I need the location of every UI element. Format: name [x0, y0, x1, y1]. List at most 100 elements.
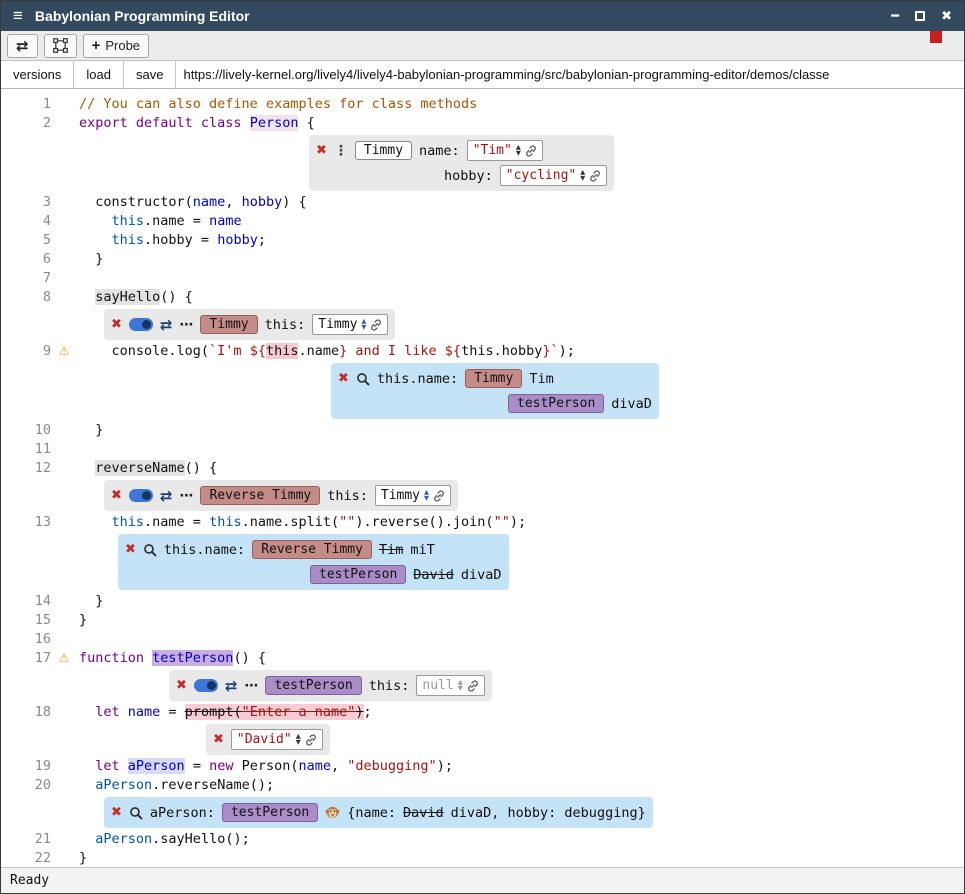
- more-icon[interactable]: ⋯: [179, 488, 193, 504]
- spinner-icon[interactable]: ▲▼: [296, 734, 301, 745]
- example-chip[interactable]: testPerson: [508, 394, 604, 413]
- line-number[interactable]: 18: [1, 703, 51, 722]
- spinner-icon[interactable]: ▲▼: [361, 319, 366, 330]
- line-number[interactable]: 11: [1, 440, 51, 459]
- code-line[interactable]: 21 aPerson.sayHello();: [1, 830, 964, 849]
- code-line[interactable]: 8 sayHello() {: [1, 288, 964, 307]
- more-icon[interactable]: ⋯: [179, 317, 193, 333]
- toggle-switch[interactable]: [129, 318, 153, 331]
- monkey-icon[interactable]: [325, 805, 340, 820]
- code-line[interactable]: 11: [1, 440, 964, 459]
- spinner-icon[interactable]: ▲▼: [580, 170, 585, 181]
- code-line[interactable]: 16: [1, 630, 964, 649]
- line-number[interactable]: 14: [1, 592, 51, 611]
- code-line[interactable]: 4 this.name = name: [1, 212, 964, 231]
- link-icon[interactable]: [467, 680, 479, 692]
- line-number[interactable]: 12: [1, 459, 51, 478]
- add-probe-button[interactable]: + Probe: [83, 34, 149, 58]
- value-select[interactable]: null▲▼: [416, 675, 484, 696]
- url-input[interactable]: [176, 61, 964, 88]
- link-icon[interactable]: [370, 319, 382, 331]
- code-line[interactable]: 1// You can also define examples for cla…: [1, 95, 964, 114]
- code-line[interactable]: 22}: [1, 849, 964, 867]
- code-line[interactable]: 2export default class Person {: [1, 114, 964, 133]
- value-select[interactable]: "David"▲▼: [231, 729, 323, 750]
- code-line[interactable]: 7: [1, 269, 964, 288]
- spinner-icon[interactable]: ▲▼: [516, 145, 521, 156]
- line-number[interactable]: 17: [1, 649, 51, 668]
- search-icon[interactable]: [143, 543, 157, 557]
- code-line[interactable]: 12 reverseName() {: [1, 459, 964, 478]
- line-number[interactable]: 15: [1, 611, 51, 630]
- load-button[interactable]: load: [74, 61, 124, 88]
- example-chip[interactable]: Reverse Timmy: [252, 540, 372, 559]
- line-number[interactable]: 2: [1, 114, 51, 133]
- code-line[interactable]: 18 let name = prompt("Enter a name");: [1, 703, 964, 722]
- save-button[interactable]: save: [124, 61, 176, 88]
- code-line[interactable]: 14 }: [1, 592, 964, 611]
- code-editor[interactable]: 1// You can also define examples for cla…: [1, 89, 964, 867]
- toggle-switch[interactable]: [194, 679, 218, 692]
- line-number[interactable]: 6: [1, 250, 51, 269]
- code-line[interactable]: 6 }: [1, 250, 964, 269]
- link-icon[interactable]: [433, 490, 445, 502]
- more-icon[interactable]: ⋯: [244, 678, 258, 694]
- line-number[interactable]: 3: [1, 193, 51, 212]
- versions-button[interactable]: versions: [1, 61, 74, 88]
- close-icon[interactable]: ✖: [176, 678, 187, 693]
- drag-icon[interactable]: ⋮: [334, 143, 348, 159]
- inspect-button[interactable]: [44, 34, 77, 58]
- link-icon[interactable]: [305, 734, 317, 746]
- code-line[interactable]: 9⚠ console.log(`I'm ${this.name} and I l…: [1, 342, 964, 361]
- code-line[interactable]: 13 this.name = this.name.split("").rever…: [1, 513, 964, 532]
- code-line[interactable]: 20 aPerson.reverseName();: [1, 776, 964, 795]
- link-icon[interactable]: [525, 145, 537, 157]
- maximize-button[interactable]: [915, 9, 925, 24]
- swap-icon[interactable]: ⇄: [160, 487, 173, 505]
- close-icon[interactable]: ✖: [111, 488, 122, 503]
- line-number[interactable]: 20: [1, 776, 51, 795]
- link-icon[interactable]: [589, 170, 601, 182]
- swap-icon[interactable]: ⇄: [225, 677, 238, 695]
- line-number[interactable]: 22: [1, 849, 51, 867]
- spinner-icon[interactable]: ▲▼: [458, 680, 463, 691]
- example-chip[interactable]: testPerson: [222, 803, 318, 822]
- line-number[interactable]: 19: [1, 757, 51, 776]
- close-icon[interactable]: ✖: [111, 805, 122, 820]
- swap-button[interactable]: ⇄: [7, 34, 38, 58]
- close-icon[interactable]: ✖: [213, 732, 224, 747]
- example-chip[interactable]: Timmy: [355, 141, 412, 160]
- value-select[interactable]: "Tim"▲▼: [467, 140, 543, 161]
- code-line[interactable]: 5 this.hobby = hobby;: [1, 231, 964, 250]
- line-number[interactable]: 5: [1, 231, 51, 250]
- spinner-icon[interactable]: ▲▼: [424, 490, 429, 501]
- value-select[interactable]: "cycling"▲▼: [500, 165, 607, 186]
- close-icon[interactable]: ✖: [111, 317, 122, 332]
- example-chip[interactable]: Timmy: [200, 315, 257, 334]
- value-select[interactable]: Timmy▲▼: [312, 314, 388, 335]
- line-number[interactable]: 13: [1, 513, 51, 532]
- line-number[interactable]: 9: [1, 342, 51, 361]
- swap-icon[interactable]: ⇄: [160, 316, 173, 334]
- example-chip[interactable]: Timmy: [465, 369, 522, 388]
- line-number[interactable]: 7: [1, 269, 51, 288]
- close-icon[interactable]: ✖: [125, 542, 136, 557]
- value-select[interactable]: Timmy▲▼: [375, 485, 451, 506]
- example-chip[interactable]: testPerson: [265, 676, 361, 695]
- line-number[interactable]: 16: [1, 630, 51, 649]
- line-number[interactable]: 10: [1, 421, 51, 440]
- minimize-button[interactable]: ━: [891, 8, 899, 24]
- example-chip[interactable]: Reverse Timmy: [200, 486, 320, 505]
- example-chip[interactable]: testPerson: [310, 565, 406, 584]
- code-line[interactable]: 15}: [1, 611, 964, 630]
- code-line[interactable]: 10 }: [1, 421, 964, 440]
- close-icon[interactable]: ✖: [316, 143, 327, 158]
- toggle-switch[interactable]: [129, 489, 153, 502]
- close-button[interactable]: ✖: [941, 8, 952, 24]
- code-line[interactable]: 19 let aPerson = new Person(name, "debug…: [1, 757, 964, 776]
- code-line[interactable]: 17⚠function testPerson() {: [1, 649, 964, 668]
- line-number[interactable]: 21: [1, 830, 51, 849]
- line-number[interactable]: 8: [1, 288, 51, 307]
- code-line[interactable]: 3 constructor(name, hobby) {: [1, 193, 964, 212]
- menu-icon[interactable]: ≡: [13, 6, 23, 26]
